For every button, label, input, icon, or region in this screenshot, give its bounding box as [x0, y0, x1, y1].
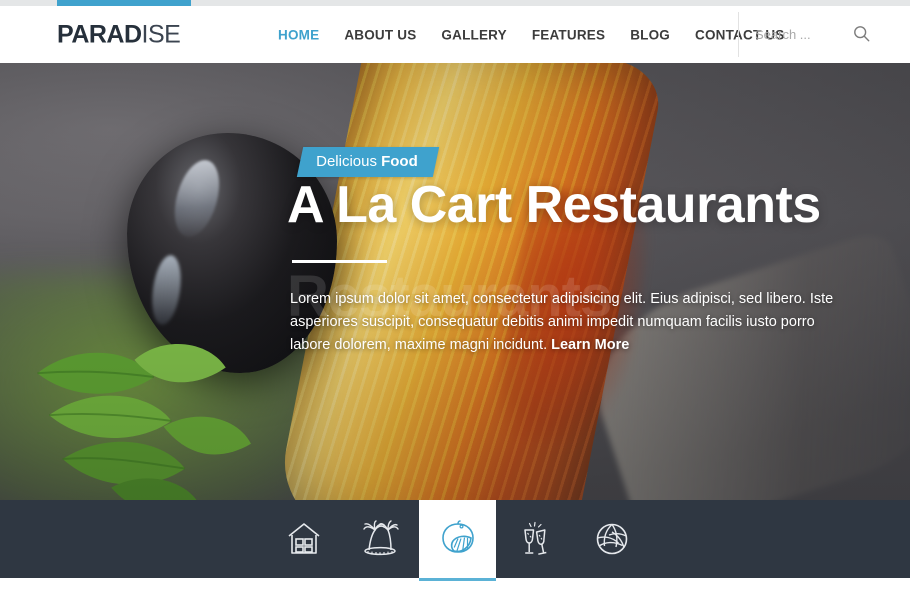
category-icon-bar [0, 500, 910, 581]
search-area [738, 12, 872, 57]
nav-item-home[interactable]: HOME [278, 27, 319, 42]
hero-slider: Restaurants Delicious Food A La Cart Res… [0, 63, 910, 500]
nav-item-features[interactable]: FEATURES [532, 27, 605, 42]
site-header: PARADISE HOME ABOUT US GALLERY FEATURES … [0, 6, 910, 63]
nav-item-blog[interactable]: BLOG [630, 27, 670, 42]
hero-paragraph: Lorem ipsum dolor sit amet, consectetur … [290, 288, 835, 357]
logo-light: ISE [141, 20, 181, 48]
nav-item-about-us[interactable]: ABOUT US [344, 27, 416, 42]
logo[interactable]: PARADISE [57, 20, 181, 49]
search-input[interactable] [755, 27, 840, 42]
hero-badge: Delicious Food [296, 147, 439, 177]
hero-badge-regular: Delicious [316, 153, 377, 170]
lemon-slice-icon [437, 519, 479, 559]
hero-title: A La Cart Restaurants [287, 176, 821, 234]
search-icon [853, 25, 870, 45]
page-root: PARADISE HOME ABOUT US GALLERY FEATURES … [0, 0, 910, 607]
nav-item-gallery[interactable]: GALLERY [441, 27, 506, 42]
hero-badge-bold: Food [381, 153, 418, 170]
icon-tab-lemon[interactable] [419, 500, 496, 581]
icon-tab-volleyball[interactable] [573, 500, 650, 578]
house-icon [284, 519, 324, 559]
icon-tab-house[interactable] [265, 500, 342, 578]
hero-divider [292, 260, 387, 263]
logo-bold: PARAD [57, 20, 142, 48]
icon-tab-palm-trees[interactable] [342, 500, 419, 578]
hero-content: Delicious Food A La Cart Restaurants Lor… [0, 63, 910, 500]
champagne-glasses-icon [514, 518, 556, 560]
palm-trees-icon [359, 519, 403, 559]
search-submit-button[interactable] [850, 24, 872, 46]
volleyball-icon [592, 519, 632, 559]
main-navigation: HOME ABOUT US GALLERY FEATURES BLOG CONT… [278, 27, 785, 42]
learn-more-link[interactable]: Learn More [551, 337, 629, 353]
icon-tab-champagne[interactable] [496, 500, 573, 578]
